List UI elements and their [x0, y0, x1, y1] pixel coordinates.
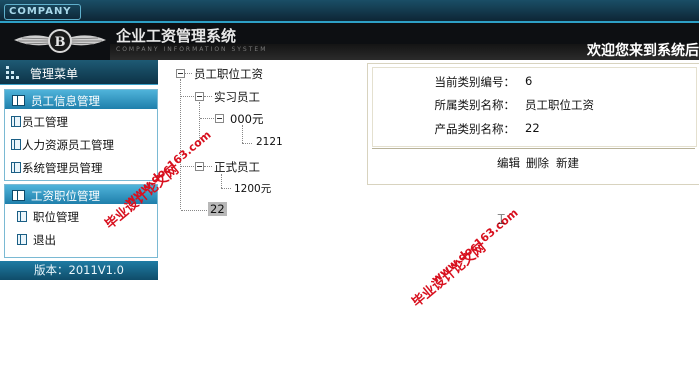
header-divider — [0, 21, 699, 23]
tree-node-root[interactable]: 员工职位工资 — [194, 66, 263, 82]
sidebar-item-label: 员工管理 — [22, 115, 68, 129]
header-banner: COMPANY B 企业工资管理系统 COMPANY INFORMATION S… — [0, 0, 699, 60]
collapse-icon[interactable] — [195, 162, 204, 171]
header-top-bar — [0, 0, 699, 22]
sidebar-item-label: 退出 — [33, 233, 56, 247]
tree-leaf-2121[interactable]: 2121 — [256, 136, 283, 148]
field-label: 当前类别编号： — [434, 75, 516, 89]
sidebar-item-label: 系统管理员管理 — [22, 161, 103, 175]
sidebar-item-employee-manage[interactable]: 员工管理 — [5, 109, 157, 132]
text-cursor-icon: ⌶ — [497, 212, 506, 228]
new-link[interactable]: 新建 — [556, 155, 579, 171]
menu-title: 管理菜单 — [30, 67, 79, 81]
panel-icon — [12, 190, 25, 201]
doc-icon — [11, 116, 21, 127]
tree-leaf-1200[interactable]: 1200元 — [234, 181, 271, 196]
tree-node-selected[interactable]: 22 — [208, 202, 227, 216]
menu-header: 管理菜单 — [0, 60, 158, 85]
field-label: 产品类别名称： — [434, 122, 516, 136]
sidebar-item-label: 人力资源员工管理 — [22, 138, 114, 152]
detail-divider — [372, 148, 695, 149]
field-value: 22 — [525, 121, 540, 135]
company-label: COMPANY — [9, 6, 72, 17]
field-value: 6 — [525, 74, 533, 88]
sidebar-item-label: 职位管理 — [33, 210, 79, 224]
bentley-logo-icon: B — [14, 29, 106, 53]
delete-link[interactable]: 删除 — [526, 155, 549, 171]
system-subtitle: COMPANY INFORMATION SYSTEM — [116, 46, 268, 53]
sidebar-item-admin-manage[interactable]: 系统管理员管理 — [5, 155, 157, 178]
collapse-icon[interactable] — [215, 114, 224, 123]
tree-node-regular[interactable]: 正式员工 — [214, 159, 260, 175]
panel-icon — [12, 95, 25, 106]
menu-grid-icon — [6, 66, 20, 80]
system-title: 企业工资管理系统 — [116, 27, 237, 45]
collapse-icon[interactable] — [195, 92, 204, 101]
edit-link[interactable]: 编辑 — [497, 155, 520, 171]
field-label: 所属类别名称： — [434, 98, 516, 112]
sidebar-item-hr-employee-manage[interactable]: 人力资源员工管理 — [5, 132, 157, 155]
doc-icon — [11, 139, 21, 150]
section-title: 工资职位管理 — [31, 189, 100, 203]
doc-icon — [11, 162, 21, 173]
svg-text:B: B — [55, 35, 66, 50]
collapse-icon[interactable] — [176, 69, 185, 78]
tree-node-intern-salary[interactable]: 000元 — [230, 111, 263, 127]
sidebar: 管理菜单 员工信息管理 员工管理 人力资源员工管理 系统管理员管理 工资职位管理… — [0, 60, 158, 280]
detail-panel: 当前类别编号： 6 所属类别名称： 员工职位工资 产品类别名称： 22 编辑 删… — [367, 63, 699, 185]
sidebar-item-logout[interactable]: 退出 — [5, 227, 157, 250]
watermark-url: www.doc163.com — [429, 206, 521, 286]
doc-icon — [17, 211, 27, 222]
doc-icon — [17, 234, 27, 245]
field-value: 员工职位工资 — [525, 98, 594, 112]
version-bar: 版本：2011V1.0 — [0, 261, 158, 280]
section-header-employee-info[interactable]: 员工信息管理 — [5, 90, 157, 109]
section-employee-info: 员工信息管理 员工管理 人力资源员工管理 系统管理员管理 — [4, 89, 158, 181]
tree-node-intern[interactable]: 实习员工 — [214, 89, 260, 105]
detail-fields: 当前类别编号： 6 所属类别名称： 员工职位工资 产品类别名称： 22 — [372, 67, 697, 147]
welcome-text: 欢迎您来到系统后 — [587, 43, 699, 59]
section-title: 员工信息管理 — [31, 94, 100, 108]
